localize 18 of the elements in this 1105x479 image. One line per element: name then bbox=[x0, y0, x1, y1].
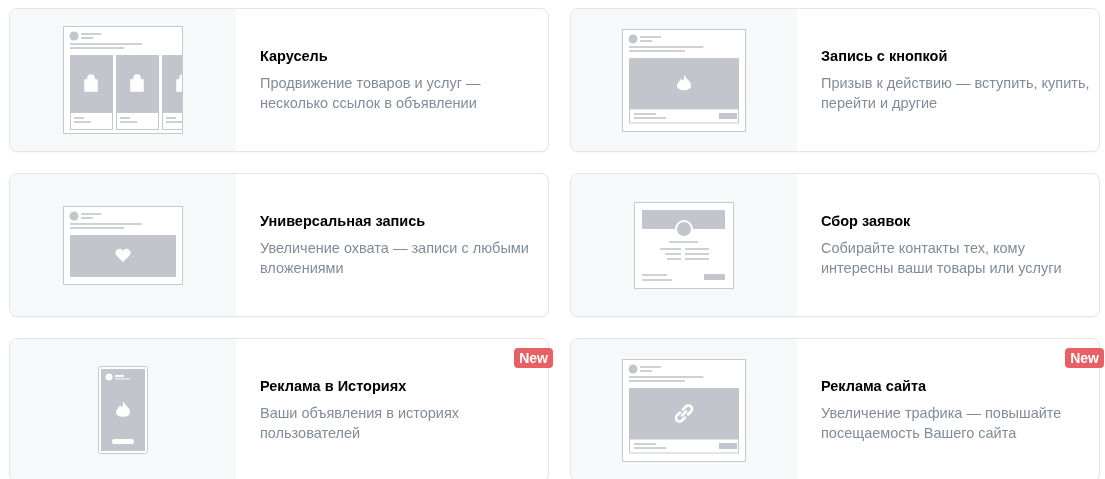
card-description: Увеличение охвата — записи с любыми вложениями bbox=[260, 238, 529, 278]
ad-format-card[interactable]: Сбор заявок Собирайте контакты тех, кому интересны ваши товары или услуги bbox=[570, 173, 1100, 317]
card-description: Собирайте контакты тех, кому интересны ваши товары или услуги bbox=[821, 238, 1062, 278]
ad-format-card[interactable]: Карусель Продвижение товаров и услуг — несколько ссылок в объявлении bbox=[9, 8, 549, 152]
new-badge: New bbox=[514, 348, 553, 368]
ad-format-card[interactable]: Запись с кнопкой Призыв к действию — вступить, купить, перейти и другие bbox=[570, 8, 1100, 152]
card-description: Ваши объявления в историях пользователей bbox=[260, 403, 460, 443]
card-description: Продвижение товаров и услуг — несколько ссылок в объявлении bbox=[260, 73, 481, 113]
card-title: Реклама в Историях bbox=[260, 377, 408, 394]
ad-format-card[interactable]: Универсальная запись Увеличение охвата — записи с любыми вложениями bbox=[9, 173, 549, 317]
card-description: Увеличение трафика — повышайте посещаемость Вашего сайта bbox=[821, 403, 1062, 443]
card-title: Карусель bbox=[260, 47, 329, 64]
card-description: Призыв к действию — вступить, купить, перейти и другие bbox=[821, 73, 1090, 113]
card-title: Сбор заявок bbox=[821, 212, 912, 229]
card-title: Универсальная запись bbox=[260, 212, 427, 229]
card-title: Реклама сайта bbox=[821, 377, 928, 394]
new-badge: New bbox=[1065, 348, 1104, 368]
card-title: Запись с кнопкой bbox=[821, 47, 949, 64]
